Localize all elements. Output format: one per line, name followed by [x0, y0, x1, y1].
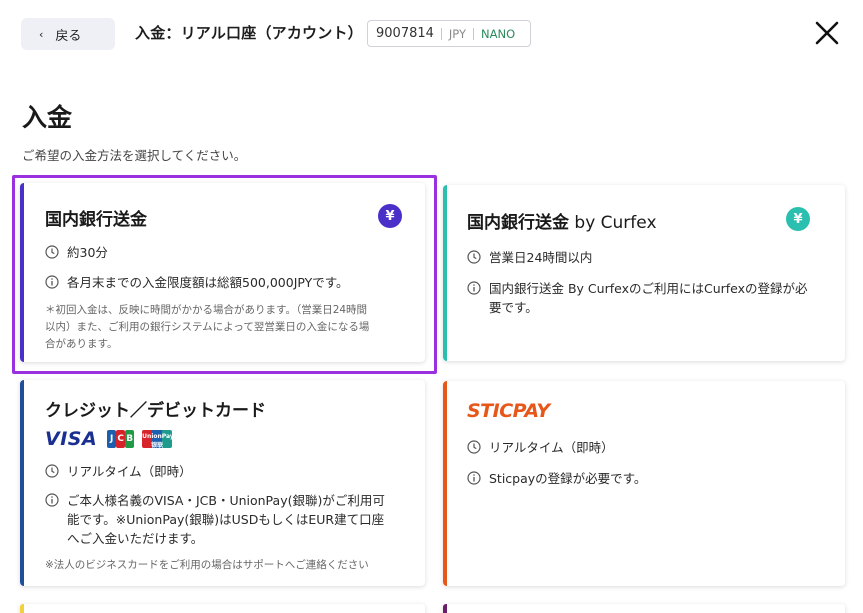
deposit-option-card-partial[interactable]	[20, 604, 425, 613]
divider	[473, 27, 475, 40]
back-button-label: 戻る	[55, 28, 82, 44]
jcb-letter: B	[125, 430, 135, 448]
account-number: 9007814	[376, 26, 434, 41]
clock-icon	[45, 464, 59, 478]
info-line: 国内銀行送金 By Curfexのご利用にはCurfexの登録が必	[489, 281, 808, 296]
processing-time: リアルタイム（即時）	[467, 438, 614, 457]
time-text: 営業日24時間以内	[489, 250, 593, 265]
info-text: ご本人様名義のVISA・JCB・UnionPay(銀聯)がご利用可 能です。※U…	[67, 491, 385, 548]
processing-time: リアルタイム（即時）	[45, 462, 192, 481]
time-text: リアルタイム（即時）	[489, 440, 614, 455]
info-icon	[45, 493, 59, 507]
deposit-option-curfex[interactable]: 国内銀行送金 by Curfex ¥ 営業日24時間以内 国内銀行送金 By C…	[443, 185, 845, 361]
note-line: 以内）また、ご利用の銀行システムによって翌営業日の入金になる場	[45, 321, 370, 333]
deposit-info: ご本人様名義のVISA・JCB・UnionPay(銀聯)がご利用可 能です。※U…	[45, 491, 385, 548]
card-accent-bar	[443, 381, 447, 586]
card-note: ※法人のビジネスカードをご利用の場合はサポートへご連絡ください	[45, 559, 369, 571]
clock-icon	[45, 245, 59, 259]
info-line: 要です。	[489, 300, 538, 315]
unionpay-text: UnionPay 银联	[142, 433, 173, 448]
processing-time: 約30分	[45, 243, 108, 262]
account-type: NANO	[481, 26, 516, 41]
jcb-letter: C	[116, 430, 126, 448]
info-text: Sticpayの登録が必要です。	[489, 471, 647, 486]
card-accent-bar	[443, 185, 447, 361]
card-title: クレジット／デビットカード	[45, 401, 266, 421]
card-accent-bar	[20, 183, 24, 362]
card-note: ＊初回入金は、反映に時間がかかる場合があります。（営業日24時間 以内）また、ご…	[45, 302, 369, 353]
info-icon	[467, 281, 481, 295]
info-icon	[467, 471, 481, 485]
close-button[interactable]	[812, 18, 842, 48]
deposit-info: Sticpayの登録が必要です。	[467, 469, 646, 488]
time-text: 約30分	[67, 245, 108, 260]
time-text: リアルタイム（即時）	[67, 464, 192, 479]
card-brand-logos: VISA J C B UnionPay 银联	[45, 428, 173, 450]
clock-icon	[467, 250, 481, 264]
account-currency: JPY	[448, 26, 467, 41]
back-button[interactable]: ‹ 戻る	[21, 18, 115, 50]
page-title: 入金	[22, 103, 73, 132]
jcb-logo: J C B	[107, 430, 135, 448]
card-accent-bar	[20, 380, 24, 586]
info-line: 能です。※UnionPay(銀聯)はUSDもしくはEUR建て口座	[67, 512, 385, 527]
page-subtitle: ご希望の入金方法を選択してください。	[22, 148, 247, 163]
info-icon	[45, 275, 59, 289]
divider	[440, 27, 442, 40]
close-icon[interactable]	[812, 18, 842, 48]
coin-symbol: ¥	[385, 208, 395, 224]
deposit-option-bank-transfer[interactable]: 国内銀行送金 ¥ 約30分 各月末までの入金限度額は総額500,000JPYです…	[20, 183, 425, 362]
yen-icon: ¥	[378, 204, 402, 228]
unionpay-logo: UnionPay 银联	[142, 430, 173, 448]
sticpay-logo: STICPAY	[467, 400, 550, 422]
chevron-left-icon: ‹	[39, 27, 44, 41]
account-badge: 9007814 JPY NANO	[367, 20, 531, 47]
yen-icon: ¥	[786, 207, 810, 231]
deposit-info: 国内銀行送金 By Curfexのご利用にはCurfexの登録が必 要です。	[467, 279, 808, 317]
jcb-letter: J	[107, 430, 117, 448]
header-bar: ‹ 戻る 入金：リアル口座（アカウント） 9007814 JPY NANO	[0, 0, 863, 70]
card-title: 国内銀行送金	[45, 210, 147, 230]
info-line: へご入金いただけます。	[67, 531, 204, 546]
info-text: 各月末までの入金限度額は総額500,000JPYです。	[67, 275, 349, 290]
card-accent-bar	[20, 604, 24, 613]
card-title-suffix: by Curfex	[569, 213, 657, 233]
processing-time: 営業日24時間以内	[467, 248, 592, 267]
note-line: ＊初回入金は、反映に時間がかかる場合があります。（営業日24時間	[45, 304, 368, 316]
deposit-option-credit-card[interactable]: クレジット／デビットカード	[20, 380, 425, 586]
card-accent-bar	[443, 604, 447, 613]
info-line: ご本人様名義のVISA・JCB・UnionPay(銀聯)がご利用可	[67, 493, 385, 508]
deposit-option-card-partial[interactable]	[443, 604, 845, 613]
note-line: 合があります。	[45, 338, 118, 350]
deposit-info: 各月末までの入金限度額は総額500,000JPYです。	[45, 273, 349, 292]
visa-logo: VISA	[45, 428, 98, 450]
coin-symbol: ¥	[793, 211, 803, 227]
clock-icon	[467, 440, 481, 454]
card-title: 国内銀行送金 by Curfex	[467, 208, 657, 233]
page-heading: 入金：リアル口座（アカウント）	[135, 24, 363, 42]
card-title-main: 国内銀行送金	[467, 213, 569, 233]
info-text: 国内銀行送金 By Curfexのご利用にはCurfexの登録が必 要です。	[489, 279, 808, 317]
